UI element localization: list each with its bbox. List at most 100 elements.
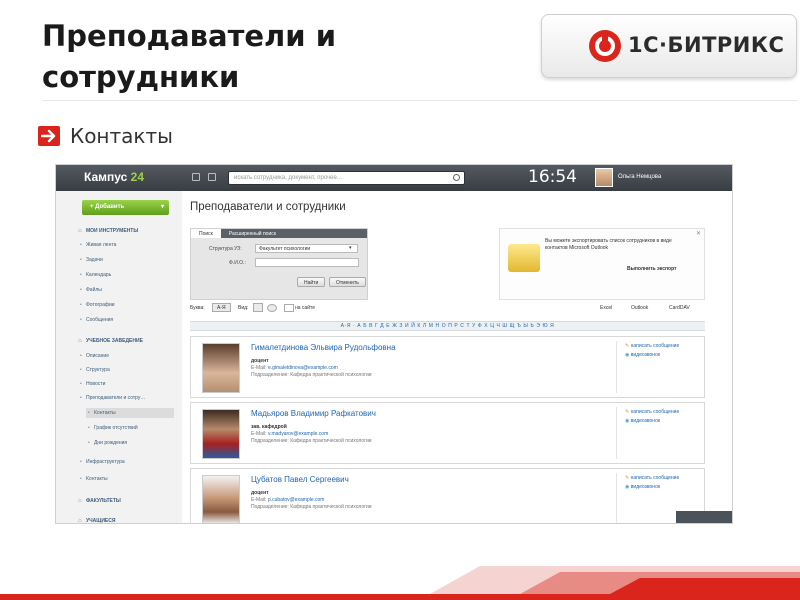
person-name[interactable]: Гималетдинова Эльвира Рудольфовна — [251, 343, 396, 352]
search-tabs: Поиск Расширенный поиск — [191, 229, 367, 238]
messenger-bar[interactable] — [676, 511, 732, 523]
video-call-link[interactable]: видеозвонок — [625, 352, 660, 358]
email-label: E-Mail: — [251, 497, 267, 503]
person-card: Гималетдинова Эльвира Рудольфовна доцент… — [190, 336, 705, 398]
arrow-right-icon — [38, 126, 60, 146]
sidebar-item-feed[interactable]: Живая лента — [80, 242, 116, 248]
logo-text: 1С·БИТРИКС — [628, 33, 785, 57]
sidebar-item-calendar[interactable]: Календарь — [80, 272, 111, 278]
search-icon[interactable] — [453, 174, 460, 181]
sidebar-item-tasks[interactable]: Задачи — [80, 257, 103, 263]
card-divider — [616, 341, 617, 393]
bitrix-logo: 1С·БИТРИКС — [541, 14, 797, 78]
outlook-export-link[interactable]: Outlook — [631, 305, 648, 311]
slide-title: Преподаватели и сотрудники — [42, 19, 337, 94]
add-button[interactable]: + Добавить — [82, 200, 169, 215]
person-name[interactable]: Цубатов Павел Сергеевич — [251, 475, 349, 484]
person-email: E-Mail: e.gimaletdinova@example.com — [251, 365, 338, 371]
video-call-link[interactable]: видеозвонок — [625, 418, 660, 424]
structure-select[interactable]: Факультет психологии — [255, 244, 358, 253]
card-divider — [616, 473, 617, 523]
person-photo[interactable] — [202, 475, 240, 523]
person-card: Цубатов Павел Сергеевич доцент E-Mail: p… — [190, 468, 705, 523]
portal-brand[interactable]: Кампус 24 — [84, 170, 144, 184]
page-title: Преподаватели и сотрудники — [190, 201, 346, 213]
close-icon[interactable]: ✕ — [696, 230, 701, 237]
sidebar-item-files[interactable]: Файлы — [80, 287, 102, 293]
write-message-link[interactable]: написать сообщение — [625, 343, 680, 349]
sidebar-head-students[interactable]: УЧАЩИЕСЯ — [78, 518, 116, 523]
avatar[interactable] — [595, 168, 613, 187]
view-label: Вид: — [238, 305, 249, 311]
email-label: E-Mail: — [251, 365, 267, 371]
sidebar-item-infrastructure[interactable]: Инфраструктура — [80, 459, 125, 465]
person-photo[interactable] — [202, 343, 240, 393]
sidebar: + Добавить МОИ ИНСТРУМЕНТЫ Живая лента З… — [56, 191, 182, 523]
brand-number: 24 — [130, 170, 145, 184]
sidebar-item-staff[interactable]: Преподаватели и сотру… — [80, 395, 145, 401]
person-card: Мадьяров Владимир Рафкатович зав. кафедр… — [190, 402, 705, 464]
footer-stripe — [0, 566, 800, 600]
slide: Преподаватели и сотрудники 1С·БИТРИКС Ко… — [0, 0, 800, 600]
person-department: Подразделение: Кафедра практической псих… — [251, 372, 372, 378]
letter-label: Буква: — [190, 305, 205, 311]
person-department: Подразделение: Кафедра практической псих… — [251, 438, 372, 444]
person-photo[interactable] — [202, 409, 240, 459]
sidebar-subitem-birthdays[interactable]: Дни рождения — [88, 440, 127, 446]
person-name[interactable]: Мадьяров Владимир Рафкатович — [251, 409, 376, 418]
tab-advanced-search[interactable]: Расширенный поиск — [221, 229, 284, 238]
card-divider — [616, 407, 617, 459]
letter-button[interactable]: А-Я — [212, 303, 231, 312]
sidebar-item-photos[interactable]: Фотографии — [80, 302, 114, 308]
video-call-link[interactable]: видеозвонок — [625, 484, 660, 490]
view-grid-icon[interactable] — [267, 304, 277, 312]
search-input[interactable]: искать сотрудника, документ, прочее… — [228, 171, 465, 185]
top-bar: Кампус 24 искать сотрудника, документ, п… — [56, 165, 732, 191]
sidebar-item-news[interactable]: Новости — [80, 381, 105, 387]
sidebar-item-description[interactable]: Описание — [80, 353, 109, 359]
view-list-icon[interactable] — [253, 303, 263, 312]
export-link[interactable]: Выполнить экспорт — [627, 266, 677, 272]
structure-label: Структура УЗ: — [209, 246, 242, 252]
notifications-icon[interactable] — [208, 173, 216, 181]
user-name[interactable]: Ольга Немцова — [618, 174, 661, 180]
tab-search[interactable]: Поиск — [191, 229, 221, 238]
alphabet-filter[interactable]: А-Я · А Б В Г Д Е Ж З И Й К Л М Н О П Р … — [190, 321, 705, 331]
cancel-button[interactable]: Отменить — [329, 277, 366, 287]
fio-input[interactable] — [255, 258, 359, 267]
excel-export-link[interactable]: Excel — [600, 305, 612, 311]
bullet: Контакты — [38, 124, 173, 148]
email-link[interactable]: p.cubatov@example.com — [268, 497, 325, 503]
sidebar-subitem-absence[interactable]: График отсутствий — [88, 425, 138, 431]
write-message-link[interactable]: написать сообщение — [625, 475, 680, 481]
sidebar-head-tools[interactable]: МОИ ИНСТРУМЕНТЫ — [78, 228, 138, 234]
online-label: на сайте — [295, 305, 316, 311]
email-label: E-Mail: — [251, 431, 267, 437]
sidebar-subitem-contacts[interactable]: Контакты — [88, 410, 116, 416]
main-content: Преподаватели и сотрудники Поиск Расшире… — [182, 191, 732, 523]
clock: 16:54 — [528, 167, 577, 187]
email-link[interactable]: v.madyarov@example.com — [268, 431, 328, 437]
find-button[interactable]: Найти — [297, 277, 326, 287]
sidebar-item-structure[interactable]: Структура — [80, 367, 110, 373]
brand-name: Кампус — [84, 170, 128, 184]
search-panel: Поиск Расширенный поиск Структура УЗ: Фа… — [190, 228, 368, 300]
online-checkbox[interactable] — [284, 304, 294, 312]
carddav-export-link[interactable]: CardDAV — [669, 305, 690, 311]
email-link[interactable]: e.gimaletdinova@example.com — [268, 365, 338, 371]
sidebar-head-faculties[interactable]: ФАКУЛЬТЕТЫ — [78, 498, 121, 504]
bitrix-logo-icon — [589, 30, 621, 62]
person-email: E-Mail: v.madyarov@example.com — [251, 431, 328, 437]
chevron-down-icon[interactable]: ▾ — [349, 245, 352, 251]
sidebar-item-contacts[interactable]: Контакты — [80, 476, 108, 482]
sidebar-head-school[interactable]: УЧЕБНОЕ ЗАВЕДЕНИЕ — [78, 338, 143, 344]
write-message-link[interactable]: написать сообщение — [625, 409, 680, 415]
sidebar-item-messages[interactable]: Сообщения — [80, 317, 113, 323]
export-panel: ✕ Вы можете экспортировать список сотруд… — [499, 228, 705, 300]
fio-label: Ф.И.О.: — [229, 260, 246, 266]
messages-icon[interactable] — [192, 173, 200, 181]
person-position: доцент — [251, 358, 269, 364]
bullet-text: Контакты — [70, 124, 173, 148]
person-position: доцент — [251, 490, 269, 496]
portal-screenshot: Кампус 24 искать сотрудника, документ, п… — [55, 164, 733, 524]
